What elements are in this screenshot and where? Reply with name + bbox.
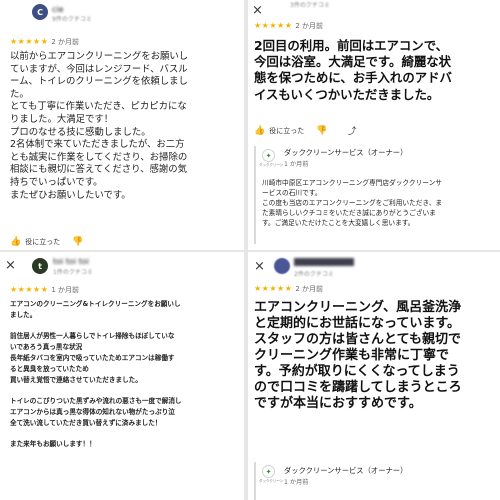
business-logo-icon: ✦ <box>262 465 275 478</box>
review-actions: 👍 役に立った 👎 ⤴ <box>254 124 356 138</box>
business-logo-icon: ✦ <box>262 149 275 162</box>
review-text: 以前からエアコンクリーニングをお願いし ていますが、今回はレンジフード、バスル … <box>10 51 189 201</box>
close-icon[interactable]: × <box>254 260 265 273</box>
review-age: 2 か月前 <box>295 22 324 30</box>
owner-name[interactable]: ダッククリーンサービス（オーナー） <box>284 148 407 158</box>
star-rating: ★★★★★ 2 か月前 <box>10 37 79 47</box>
reviewer-meta: 3件のクチコミ <box>290 2 330 9</box>
thumb-down-icon[interactable]: 👎 <box>72 237 83 247</box>
thumb-up-icon[interactable]: 👍 <box>10 237 21 247</box>
review-age: 2 か月前 <box>295 285 324 293</box>
owner-reply-bar <box>254 462 256 500</box>
business-logo-caption: ダッククリーン <box>259 479 284 483</box>
review-card-4: × 2件のクチコミ ★★★★★ 2 か月前 エアコンクリーニング、風呂釜洗浄 と定… <box>248 252 500 500</box>
rating-stars: ★★★★★ <box>254 284 293 293</box>
reviewer-meta: 2件のクチコミ <box>294 271 334 278</box>
helpful-button[interactable]: 役に立った <box>269 126 304 136</box>
reviewer-name[interactable]: toi toi toi <box>53 257 89 266</box>
owner-name[interactable]: ダッククリーンサービス（オーナー） <box>284 466 407 476</box>
review-text: エアコンクリーニング、風呂釜洗浄 と定期的にお世話になっています。 スタッフの方… <box>254 300 462 411</box>
helpful-button[interactable]: 役に立った <box>25 237 60 247</box>
business-logo-caption: ダッククリーン <box>259 163 284 167</box>
rating-stars: ★★★★★ <box>10 285 49 294</box>
reviewer-avatar[interactable]: t <box>32 258 48 274</box>
reviewer-name[interactable] <box>294 258 354 266</box>
owner-reply-age: 1 か月前 <box>284 479 309 486</box>
review-card-3: × t toi toi toi 1件のクチコミ ★★★★★ 1 か月前 エアコンの… <box>0 252 244 500</box>
review-age: 2 か月前 <box>51 38 80 46</box>
rating-stars: ★★★★★ <box>254 21 293 30</box>
owner-reply-age: 1 か月前 <box>284 161 309 168</box>
thumb-up-icon[interactable]: 👍 <box>254 126 265 136</box>
rating-stars: ★★★★★ <box>10 37 49 46</box>
star-rating: ★★★★★ 2 か月前 <box>254 21 323 31</box>
review-text: エアコンのクリーニング&トイレクリーニングをお願いし ました。 前住居人が男性一… <box>10 300 182 449</box>
reviewer-meta: 1件のクチコミ <box>53 269 93 276</box>
reviewer-avatar[interactable] <box>274 258 290 274</box>
thumb-down-icon[interactable]: 👎 <box>316 126 327 136</box>
review-actions: 👍 役に立った 👎 <box>10 237 83 247</box>
review-age: 1 か月前 <box>51 286 80 294</box>
review-card-1: C cie 9件のクチコミ ★★★★★ 2 か月前 以前からエアコンクリーニングを… <box>0 0 244 250</box>
star-rating: ★★★★★ 1 か月前 <box>10 285 79 295</box>
owner-reply-bar <box>254 146 256 244</box>
close-icon[interactable]: × <box>5 259 16 272</box>
review-card-2: 3件のクチコミ × ★★★★★ 2 か月前 2回目の利用。前回はエアコンで、 今回… <box>248 0 500 250</box>
owner-reply-text: 川崎市中原区エアコンクリーニング専門店ダッククリーンサ ービスの石川です。 この… <box>262 179 443 227</box>
reviewer-name[interactable]: cie <box>52 5 64 14</box>
review-text: 2回目の利用。前回はエアコンで、 今回は浴室。大満足です。綺麗な状 態を保つため… <box>254 38 452 102</box>
reviewer-meta: 9件のクチコミ <box>52 16 92 23</box>
star-rating: ★★★★★ 2 か月前 <box>254 284 323 294</box>
share-icon[interactable]: ⤴ <box>347 124 356 137</box>
reviewer-avatar[interactable]: C <box>32 4 48 20</box>
close-icon[interactable]: × <box>252 4 263 17</box>
